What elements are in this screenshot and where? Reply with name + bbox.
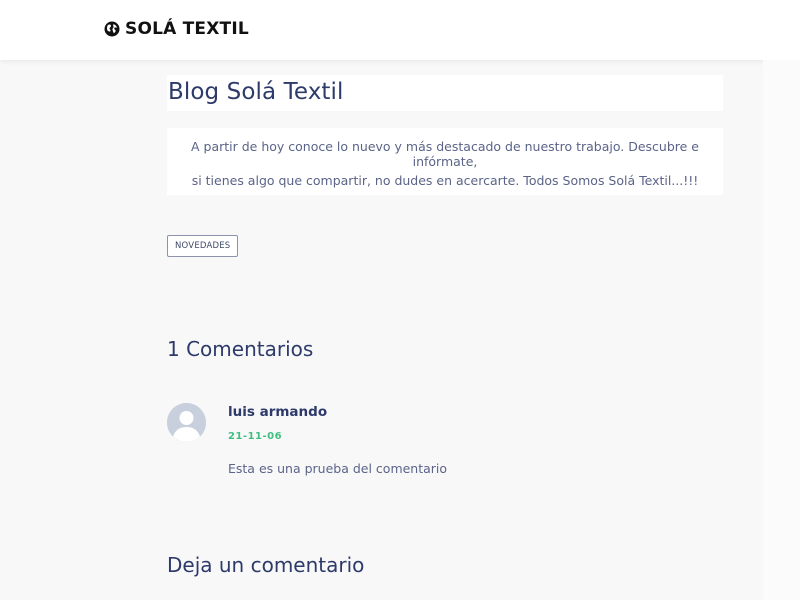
comment-date: 21-11-06 xyxy=(228,431,283,442)
leave-comment-heading: Deja un comentario xyxy=(167,553,365,577)
comments-heading: 1 Comentarios xyxy=(167,337,314,361)
user-avatar-icon xyxy=(167,403,206,442)
tag-novedades[interactable]: NOVEDADES xyxy=(167,235,239,257)
intro-text-line-2: si tienes algo que compartir, no dudes e… xyxy=(191,173,699,188)
top-navbar: SOLÁ TEXTIL xyxy=(0,0,800,60)
globe-icon xyxy=(104,21,120,37)
comment-text: Esta es una prueba del comentario xyxy=(228,461,448,476)
intro-text-line-1: A partir de hoy conoce lo nuevo y más de… xyxy=(191,139,699,169)
post-title: Blog Solá Textil xyxy=(168,79,344,105)
comment-author: luis armando xyxy=(228,404,328,420)
brand-link[interactable]: SOLÁ TEXTIL xyxy=(104,19,249,39)
brand-name: SOLÁ TEXTIL xyxy=(125,19,249,39)
page-edge-strip xyxy=(763,60,800,600)
